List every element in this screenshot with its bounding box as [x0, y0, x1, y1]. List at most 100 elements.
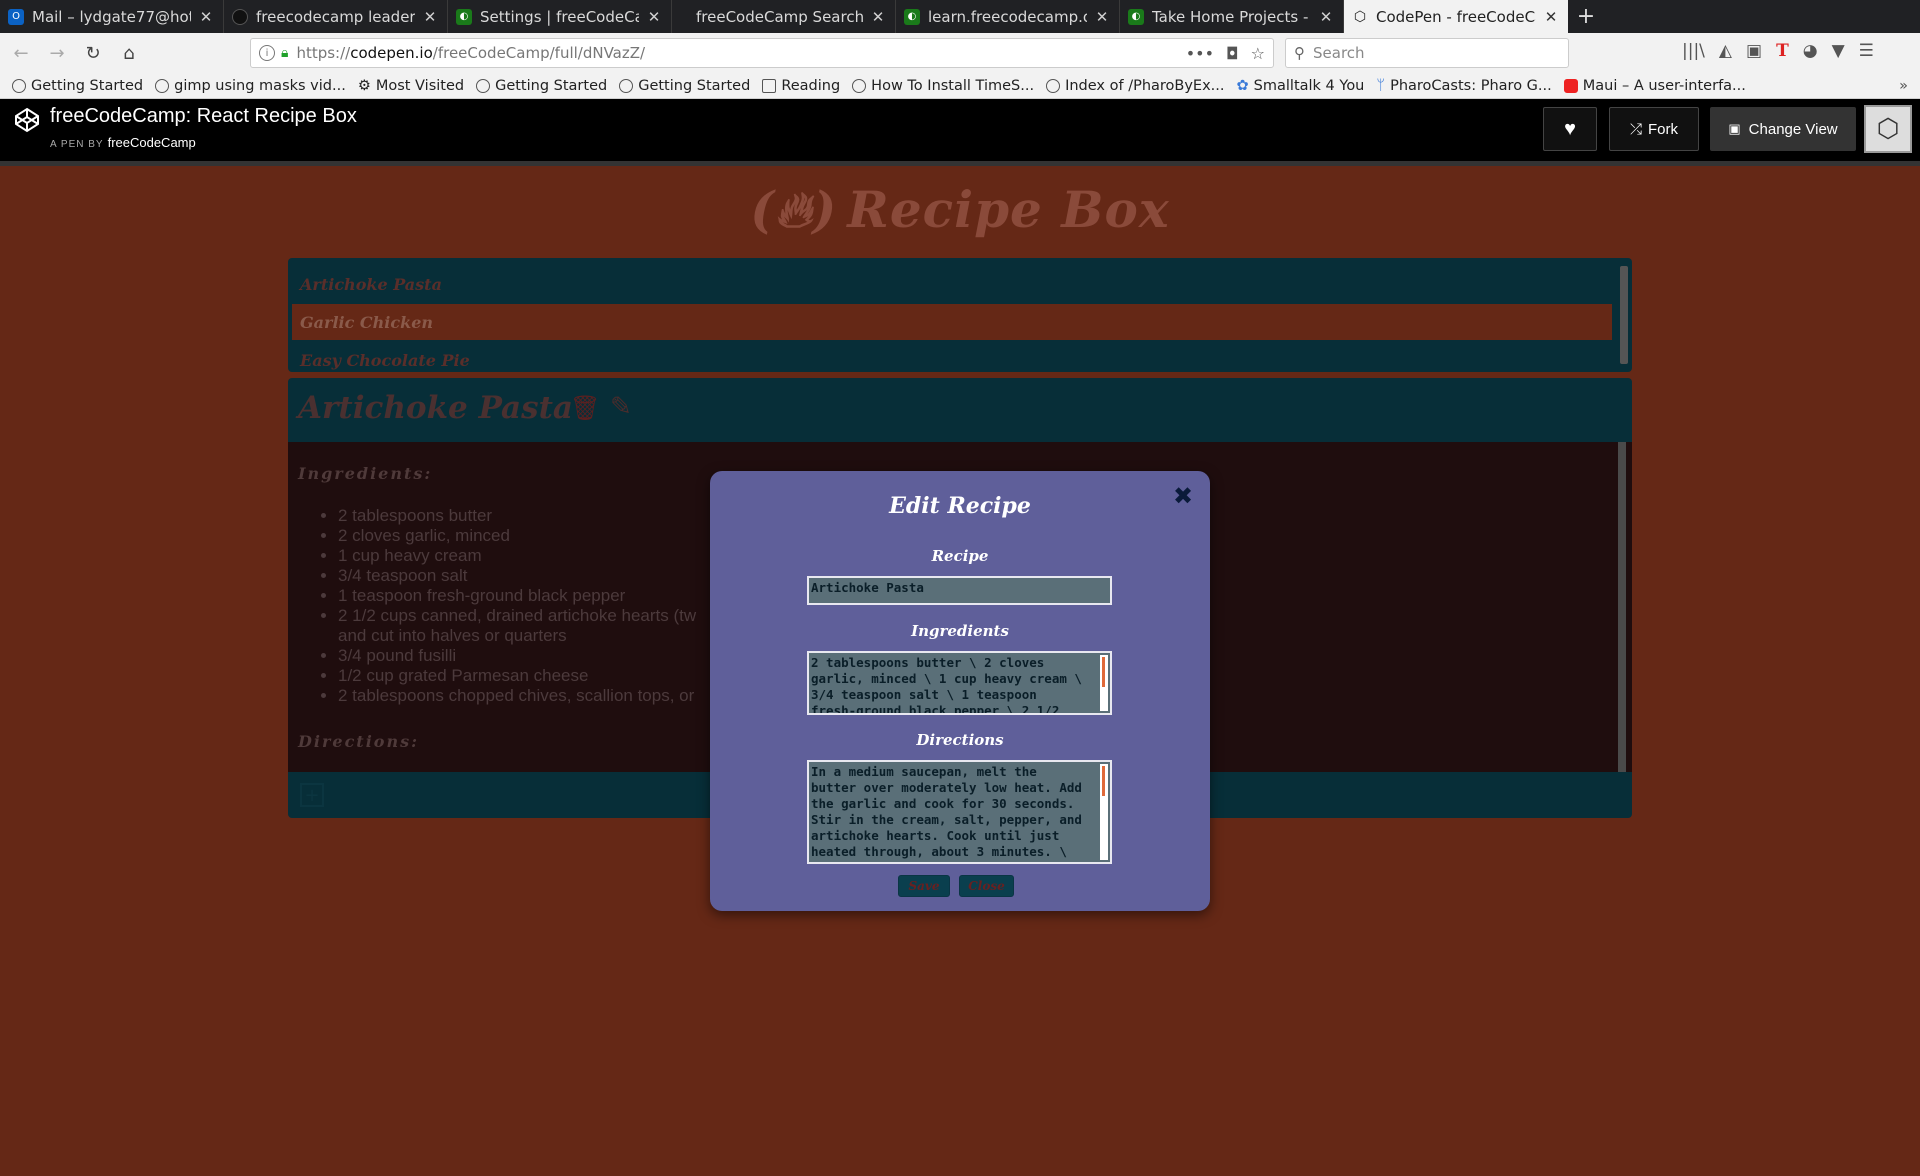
list-item: 2 tablespoons chopped chives, scallion t… [338, 686, 758, 706]
fcc-icon: ◐ [1128, 8, 1144, 25]
close-icon[interactable]: ✕ [645, 8, 663, 26]
sync-icon[interactable]: ◭ [1719, 41, 1732, 61]
tab-settings[interactable]: ◐Settings | freeCodeCam✕ [448, 0, 672, 33]
tab-search[interactable]: freeCodeCamp Search | Lea✕ [672, 0, 896, 33]
bookmark-item[interactable]: gimp using masks vid... [155, 78, 346, 94]
bookmarks-overflow-icon[interactable]: » [1899, 78, 1908, 94]
directions-heading: Directions: [298, 732, 419, 751]
tab-learn[interactable]: ◐learn.freecodecamp.org✕ [896, 0, 1120, 33]
lock-icon: 🔒︎ [281, 45, 289, 61]
tab-take-home[interactable]: ◐Take Home Projects - Bu✕ [1120, 0, 1344, 33]
close-icon[interactable]: ✕ [1542, 8, 1560, 26]
edit-recipe-modal: Edit Recipe ✖ Recipe Artichoke Pasta Ing… [710, 471, 1210, 911]
directions-textarea[interactable]: In a medium saucepan, melt the butter ov… [807, 760, 1112, 864]
list-item: 1/2 cup grated Parmesan cheese [338, 666, 758, 686]
vpn-icon[interactable]: ▼ [1832, 41, 1845, 61]
close-icon[interactable]: ✕ [1317, 8, 1335, 26]
close-icon[interactable]: ✕ [1093, 8, 1111, 26]
pocket-icon[interactable]: ◘ [1226, 44, 1239, 63]
close-icon[interactable]: ✕ [421, 8, 439, 26]
recipe-label: Recipe [931, 547, 989, 565]
recipe-title: Artichoke Pasta [298, 390, 573, 426]
edit-icon[interactable]: ✎ [610, 392, 632, 422]
url-bar[interactable]: i 🔒︎ https://codepen.io/freeCodeCamp/ful… [250, 38, 1274, 68]
codepen-logo-icon[interactable] [14, 107, 40, 133]
bookmark-item[interactable]: ⚙ Most Visited [358, 78, 464, 94]
recipe-detail-scrollbar[interactable] [1618, 442, 1626, 772]
list-item: 1 cup heavy cream [338, 546, 758, 566]
list-item: 2 cloves garlic, minced [338, 526, 758, 546]
heart-icon: ♥ [1564, 117, 1576, 140]
list-item: 2 tablespoons butter [338, 506, 758, 526]
bookmark-item[interactable]: ᛘ PharoCasts: Pharo G... [1376, 78, 1551, 94]
fork-button[interactable]: ⤮ Fork [1609, 107, 1699, 151]
textarea-scrollbar[interactable] [1100, 764, 1108, 860]
view-icon: ▣ [1728, 121, 1741, 136]
tab-leaderboard[interactable]: freecodecamp leader bo✕ [224, 0, 448, 33]
forward-button[interactable]: → [42, 38, 72, 68]
youtube-icon [1563, 78, 1578, 93]
close-icon[interactable]: ✖ [1170, 483, 1196, 509]
search-input[interactable]: ⚲ Search [1285, 38, 1569, 68]
globe-icon [476, 78, 491, 93]
close-icon[interactable]: ✕ [869, 8, 887, 26]
bookmark-item[interactable]: Getting Started [476, 78, 607, 94]
pen-byline: A PEN BY freeCodeCamp [50, 135, 196, 150]
github-icon [232, 8, 248, 25]
bookmark-folder[interactable]: Reading [762, 78, 840, 94]
navigation-bar: ← → ↻ ⌂ i 🔒︎ https://codepen.io/freeCode… [0, 33, 1920, 73]
podcast-icon: ᛘ [1376, 77, 1386, 94]
change-view-button[interactable]: ▣ Change View [1710, 107, 1856, 151]
heart-button[interactable]: ♥ [1543, 107, 1597, 151]
library-icon[interactable]: |||\ [1682, 41, 1705, 61]
toolbar-icons: |||\ ◭ ▣ T ◕ ▼ ☰ [1682, 41, 1874, 61]
avatar[interactable]: ⬡ [1864, 105, 1912, 153]
bookmark-star-icon[interactable]: ☆ [1251, 44, 1265, 63]
recipe-list-item[interactable]: Artichoke Pasta [292, 266, 1612, 302]
recipe-list-item[interactable]: Easy Chocolate Pie [292, 342, 1612, 372]
new-tab-button[interactable]: + [1568, 0, 1604, 33]
info-icon[interactable]: i [259, 45, 275, 61]
recipe-detail-header: Artichoke Pasta 🗑︎ ✎ [288, 378, 1632, 442]
back-button[interactable]: ← [6, 38, 36, 68]
trash-icon[interactable]: 🗑︎ [570, 394, 600, 422]
ingredients-textarea[interactable]: 2 tablespoons butter \ 2 cloves garlic, … [807, 651, 1112, 715]
extension-t-icon[interactable]: T [1776, 41, 1789, 61]
header-divider [0, 161, 1920, 166]
outlook-icon: O [8, 8, 24, 25]
globe-icon [619, 78, 634, 93]
close-icon[interactable]: ✕ [197, 8, 215, 26]
bookmark-item[interactable]: Maui – A user-interfa... [1563, 78, 1746, 94]
fork-icon: ⤮ [1629, 120, 1642, 138]
sidebar-icon[interactable]: ▣ [1746, 41, 1762, 61]
textarea-scrollbar[interactable] [1100, 655, 1108, 711]
globe-icon [852, 78, 867, 93]
recipe-name-input[interactable]: Artichoke Pasta [807, 576, 1112, 605]
close-button[interactable]: Close [959, 875, 1014, 897]
recipe-list-scrollbar[interactable] [1620, 266, 1628, 364]
modal-title: Edit Recipe [889, 493, 1031, 519]
menu-icon[interactable]: ☰ [1859, 41, 1874, 61]
pen-author-link[interactable]: freeCodeCamp [108, 135, 196, 150]
page-actions-icon[interactable]: ••• [1186, 44, 1214, 63]
add-recipe-icon[interactable]: + [300, 783, 324, 807]
fcc-icon: ◐ [904, 8, 920, 25]
tab-mail[interactable]: OMail – lydgate77@hotm✕ [0, 0, 224, 33]
extension-icon[interactable]: ◕ [1803, 41, 1818, 61]
reload-button[interactable]: ↻ [78, 38, 108, 68]
globe-icon [1046, 78, 1061, 93]
directions-label: Directions [916, 731, 1004, 749]
browser-tab-bar: OMail – lydgate77@hotm✕ freecodecamp lea… [0, 0, 1920, 33]
recipe-list: Artichoke Pasta Garlic Chicken Easy Choc… [288, 258, 1632, 372]
bookmark-item[interactable]: Index of /PharoByEx... [1046, 78, 1225, 94]
home-button[interactable]: ⌂ [114, 38, 144, 68]
tab-codepen[interactable]: ⬡CodePen - freeCodeCam✕ [1344, 0, 1568, 33]
ingredients-label: Ingredients [911, 622, 1009, 640]
recipe-list-item-selected[interactable]: Garlic Chicken [292, 304, 1612, 340]
bookmark-item[interactable]: Getting Started [619, 78, 750, 94]
bookmarks-bar: Getting Started gimp using masks vid... … [0, 73, 1920, 99]
save-button[interactable]: Save [898, 875, 950, 897]
bookmark-item[interactable]: Getting Started [12, 78, 143, 94]
bookmark-item[interactable]: ✿ Smalltalk 4 You [1237, 78, 1365, 94]
bookmark-item[interactable]: How To Install TimeS... [852, 78, 1034, 94]
